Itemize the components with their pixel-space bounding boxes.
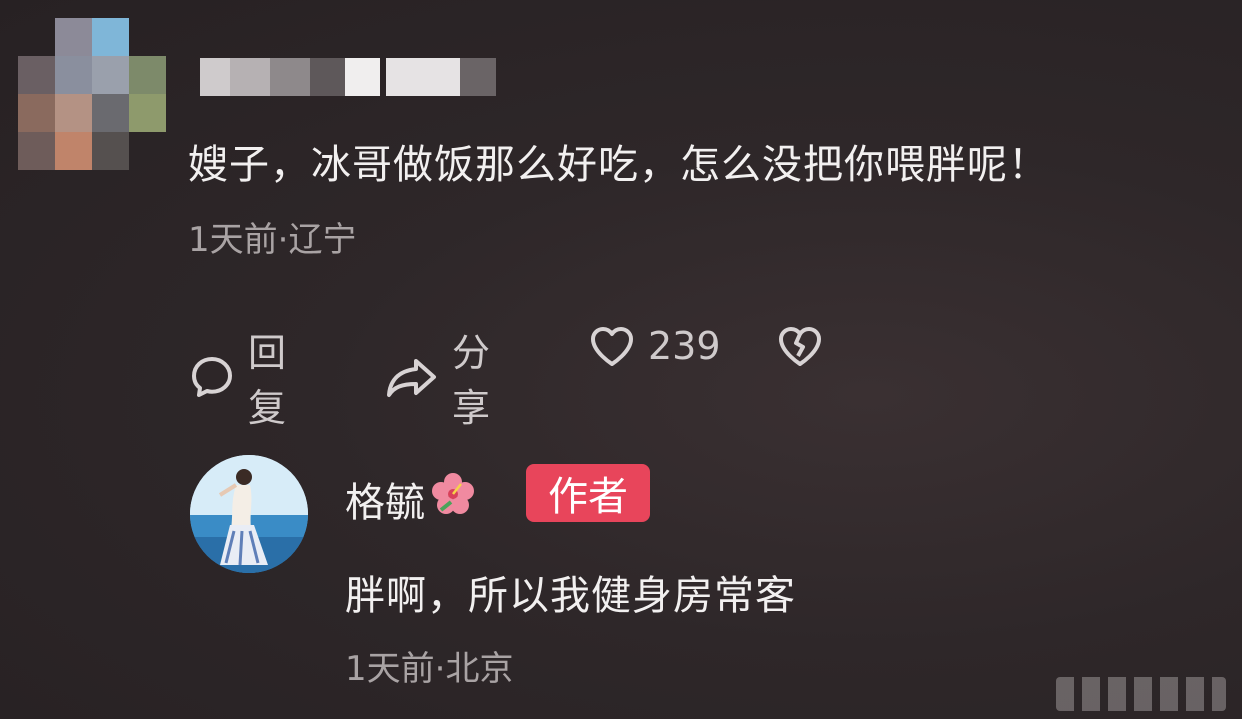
author-badge: 作者: [526, 464, 650, 522]
commenter-avatar[interactable]: [18, 18, 166, 170]
comment-text: 嫂子，冰哥做饭那么好吃，怎么没把你喂胖呢！: [188, 142, 1049, 188]
commenter-username-blurred[interactable]: [200, 58, 500, 96]
share-arrow-icon: [384, 353, 440, 401]
like-button[interactable]: 239: [588, 322, 721, 370]
like-count: 239: [648, 324, 721, 368]
broken-heart-icon: [776, 322, 824, 370]
author-avatar[interactable]: [190, 455, 308, 573]
hibiscus-flower-icon: [431, 472, 475, 526]
author-name-row[interactable]: 格毓: [345, 470, 475, 528]
heart-icon: [588, 322, 636, 370]
watermark: [1056, 677, 1226, 711]
comment-bubble-icon: [188, 353, 236, 401]
comment-meta: 1天前·辽宁: [188, 220, 357, 260]
reply-button[interactable]: 回复: [188, 322, 286, 432]
share-button[interactable]: 分享: [384, 322, 490, 432]
reply-meta: 1天前·北京: [345, 649, 514, 689]
dislike-button[interactable]: [776, 322, 824, 370]
author-name: 格毓: [345, 480, 425, 526]
reply-text: 胖啊，所以我健身房常客: [345, 573, 796, 619]
reply-label: 回复: [248, 331, 287, 430]
share-label: 分享: [452, 331, 491, 430]
